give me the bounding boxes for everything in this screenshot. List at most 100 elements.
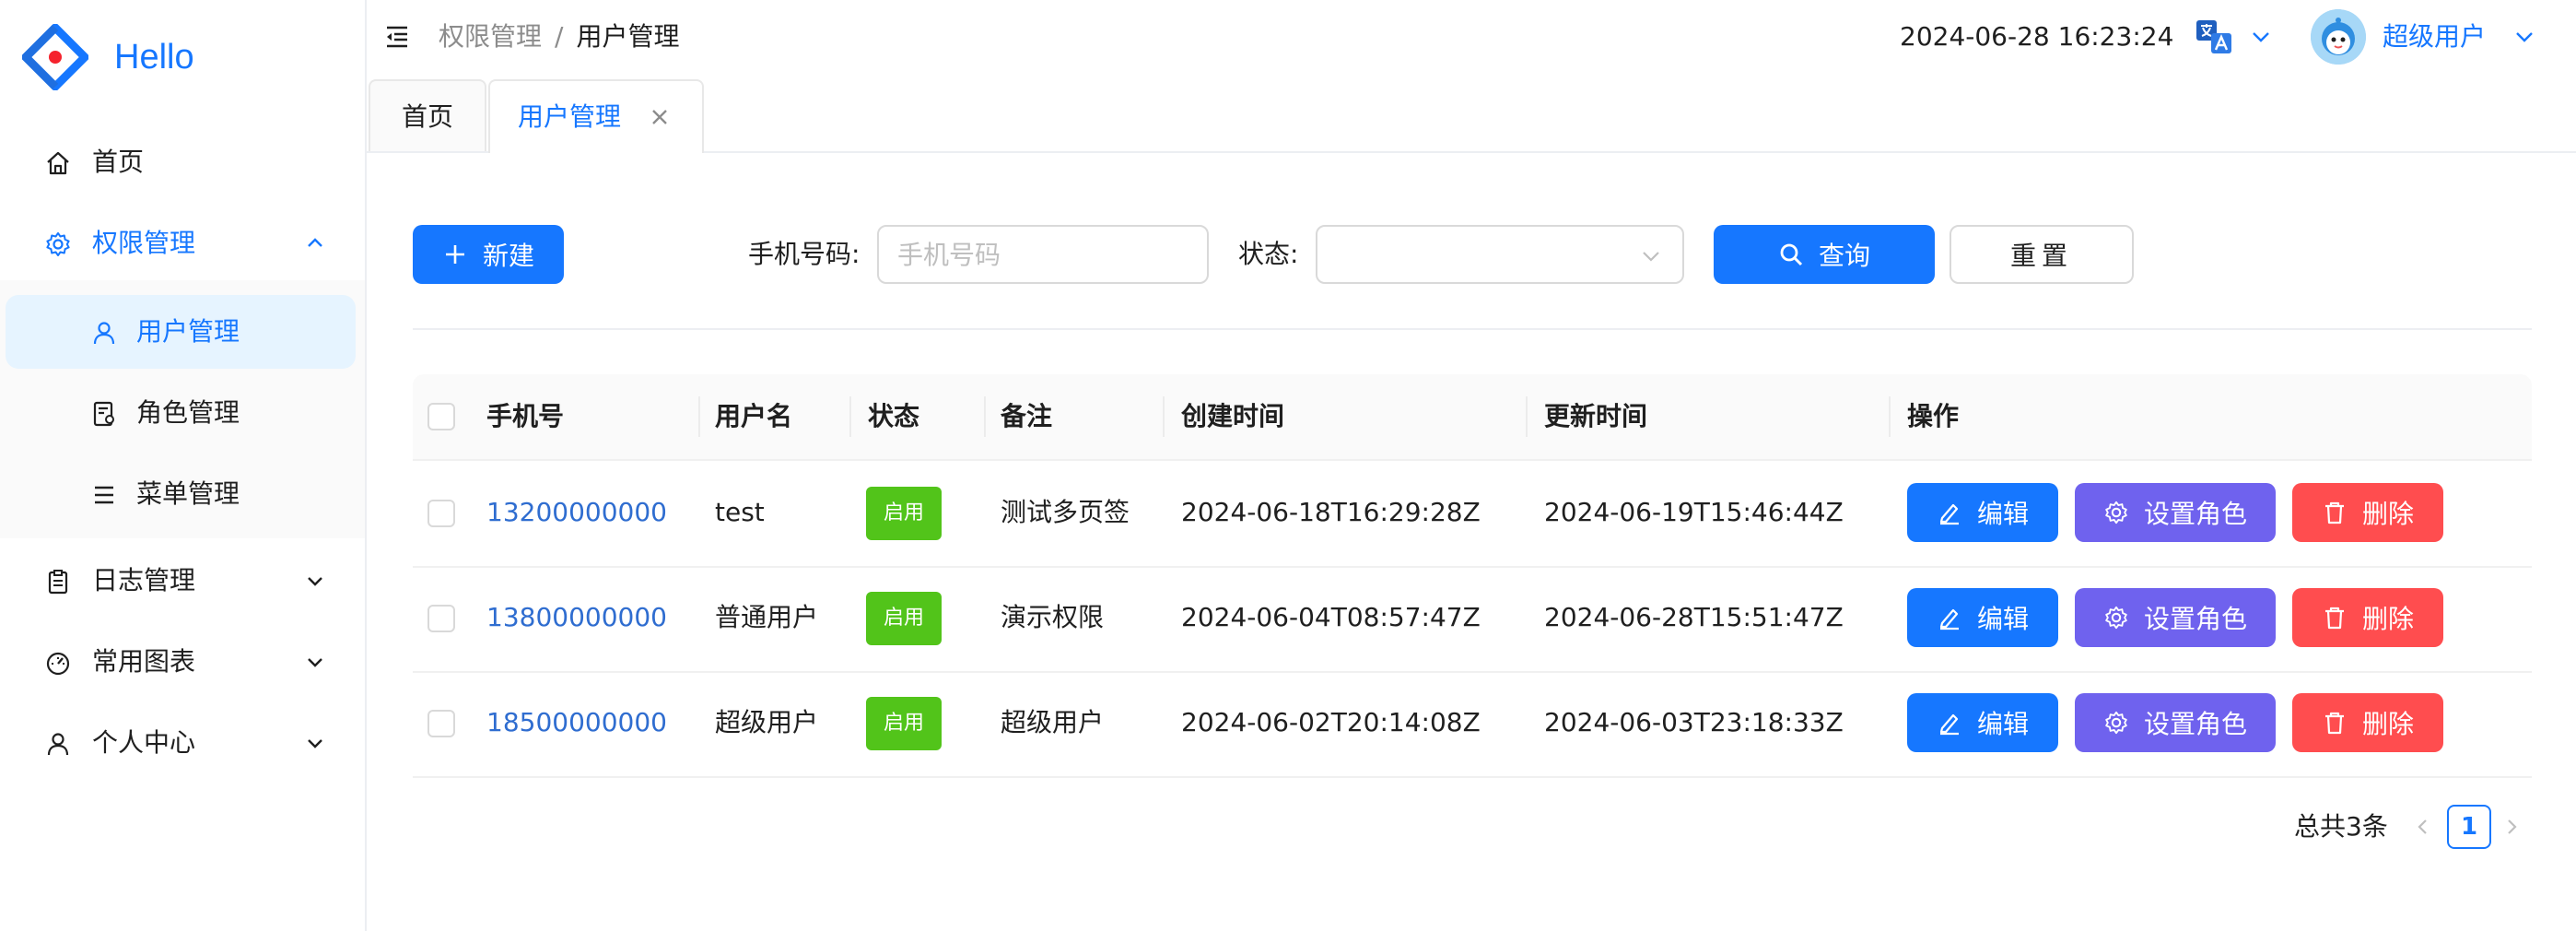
role-icon <box>93 401 114 427</box>
row-checkbox[interactable] <box>427 500 455 527</box>
created-at-cell: 2024-06-02T20:14:08Z <box>1181 707 1481 737</box>
created-at-cell: 2024-06-18T16:29:28Z <box>1181 497 1481 527</box>
breadcrumb-current: 用户管理 <box>576 21 680 52</box>
sidebar-item-users[interactable]: 用户管理 <box>6 295 356 369</box>
column-header: 手机号 <box>486 401 565 431</box>
user-name[interactable]: 超级用户 <box>2383 18 2486 55</box>
chevron-right-icon[interactable] <box>2500 816 2523 838</box>
remark-cell: 演示权限 <box>1001 602 1105 632</box>
brand-name: Hello <box>114 37 194 77</box>
select-all-checkbox[interactable] <box>427 403 455 430</box>
trash-icon <box>2324 501 2344 524</box>
remark-cell: 超级用户 <box>1001 707 1105 737</box>
column-divider <box>984 396 986 437</box>
phone-label: 手机号码: <box>748 239 861 269</box>
home-icon <box>47 151 69 175</box>
edit-button[interactable]: 编辑 <box>1907 693 2058 752</box>
chevron-left-icon[interactable] <box>2412 816 2434 838</box>
tab-home[interactable]: 首页 <box>369 79 486 151</box>
status-select[interactable] <box>1316 225 1684 284</box>
sidebar-item-roles[interactable]: 角色管理 <box>6 376 356 450</box>
avatar-icon <box>2311 9 2366 65</box>
column-divider <box>1526 396 1528 437</box>
chevron-down-icon <box>308 658 322 667</box>
edit-button-label: 编辑 <box>1976 499 2029 529</box>
delete-button-label: 删除 <box>2361 499 2414 529</box>
breadcrumb: 权限管理 / 用户管理 <box>439 18 679 55</box>
sidebar-item-label: 菜单管理 <box>136 478 240 509</box>
set-role-button[interactable]: 设置角色 <box>2075 483 2276 542</box>
delete-button[interactable]: 删除 <box>2292 588 2443 647</box>
phone-link[interactable]: 13200000000 <box>486 494 667 531</box>
status-badge: 启用 <box>866 697 942 750</box>
delete-button[interactable]: 删除 <box>2292 483 2443 542</box>
table-row: 13800000000 普通用户 启用 演示权限 2024-06-04T08:5… <box>413 566 2532 673</box>
row-checkbox[interactable] <box>427 605 455 632</box>
new-button[interactable]: 新建 <box>413 225 564 284</box>
edit-button-label: 编辑 <box>1976 709 2029 739</box>
sidebar-item-logs[interactable]: 日志管理 <box>0 544 365 618</box>
created-at-cell: 2024-06-04T08:57:47Z <box>1181 602 1481 632</box>
status-badge: 启用 <box>866 487 942 540</box>
sidebar-item-label: 用户管理 <box>136 316 240 347</box>
phone-link[interactable]: 13800000000 <box>486 599 667 636</box>
sidebar-item-charts[interactable]: 常用图表 <box>0 625 365 699</box>
chevron-up-icon <box>308 238 322 247</box>
search-icon <box>1780 243 1803 266</box>
user-icon <box>93 322 115 345</box>
edit-button[interactable]: 编辑 <box>1907 588 2058 647</box>
username-cell: 超级用户 <box>715 707 819 737</box>
chevron-down-icon[interactable] <box>2513 26 2535 48</box>
delete-button[interactable]: 删除 <box>2292 693 2443 752</box>
table-row: 18500000000 超级用户 启用 超级用户 2024-06-02T20:1… <box>413 671 2532 778</box>
sidebar-item-label: 个人中心 <box>92 727 196 758</box>
column-header: 用户名 <box>715 401 793 431</box>
phone-input[interactable] <box>877 225 1209 284</box>
username-cell: test <box>715 497 765 527</box>
edit-button[interactable]: 编辑 <box>1907 483 2058 542</box>
sidebar-item-profile[interactable]: 个人中心 <box>0 706 365 780</box>
phone-link[interactable]: 18500000000 <box>486 704 667 741</box>
sidebar-item-home[interactable]: 首页 <box>0 125 365 199</box>
row-checkbox[interactable] <box>427 710 455 737</box>
sidebar-item-permission[interactable]: 权限管理 <box>0 206 365 280</box>
chevron-down-icon[interactable] <box>2250 26 2272 48</box>
dashboard-icon <box>46 652 70 676</box>
column-divider <box>1889 396 1891 437</box>
column-divider <box>849 396 851 437</box>
status-badge: 启用 <box>866 592 942 645</box>
user-icon <box>47 733 69 756</box>
reset-button[interactable]: 重置 <box>1950 225 2134 284</box>
pagination-page[interactable]: 1 <box>2447 805 2491 849</box>
set-role-button-label: 设置角色 <box>2143 709 2247 739</box>
sidebar-item-label: 日志管理 <box>92 565 196 595</box>
tab-label: 用户管理 <box>518 101 622 132</box>
tab-user-management[interactable]: 用户管理 <box>488 79 704 153</box>
edit-icon <box>1939 608 1959 630</box>
menu-fold-icon[interactable] <box>383 24 411 50</box>
chevron-down-icon <box>1643 252 1659 262</box>
gear-icon <box>2105 711 2127 735</box>
avatar[interactable] <box>2311 9 2366 65</box>
gear-icon <box>2105 606 2127 630</box>
column-divider <box>698 396 700 437</box>
translate-icon[interactable] <box>2195 17 2235 57</box>
sidebar-item-label: 权限管理 <box>92 228 196 258</box>
logo[interactable]: Hello <box>22 24 194 90</box>
updated-at-cell: 2024-06-19T15:46:44Z <box>1544 497 1844 527</box>
sidebar-item-label: 首页 <box>92 147 145 177</box>
set-role-button[interactable]: 设置角色 <box>2075 588 2276 647</box>
remark-cell: 测试多页签 <box>1001 497 1130 527</box>
chevron-down-icon <box>308 739 322 748</box>
pagination-total: 总共3条 <box>2294 811 2388 842</box>
set-role-button[interactable]: 设置角色 <box>2075 693 2276 752</box>
search-button[interactable]: 查询 <box>1714 225 1935 284</box>
sidebar-item-label: 角色管理 <box>136 397 240 428</box>
sidebar-item-menus[interactable]: 菜单管理 <box>6 457 356 531</box>
breadcrumb-item[interactable]: 权限管理 <box>439 21 542 52</box>
gear-icon <box>2105 501 2127 524</box>
new-button-label: 新建 <box>482 241 534 271</box>
delete-button-label: 删除 <box>2361 709 2414 739</box>
chevron-down-icon <box>308 577 322 586</box>
close-icon[interactable] <box>649 106 671 128</box>
